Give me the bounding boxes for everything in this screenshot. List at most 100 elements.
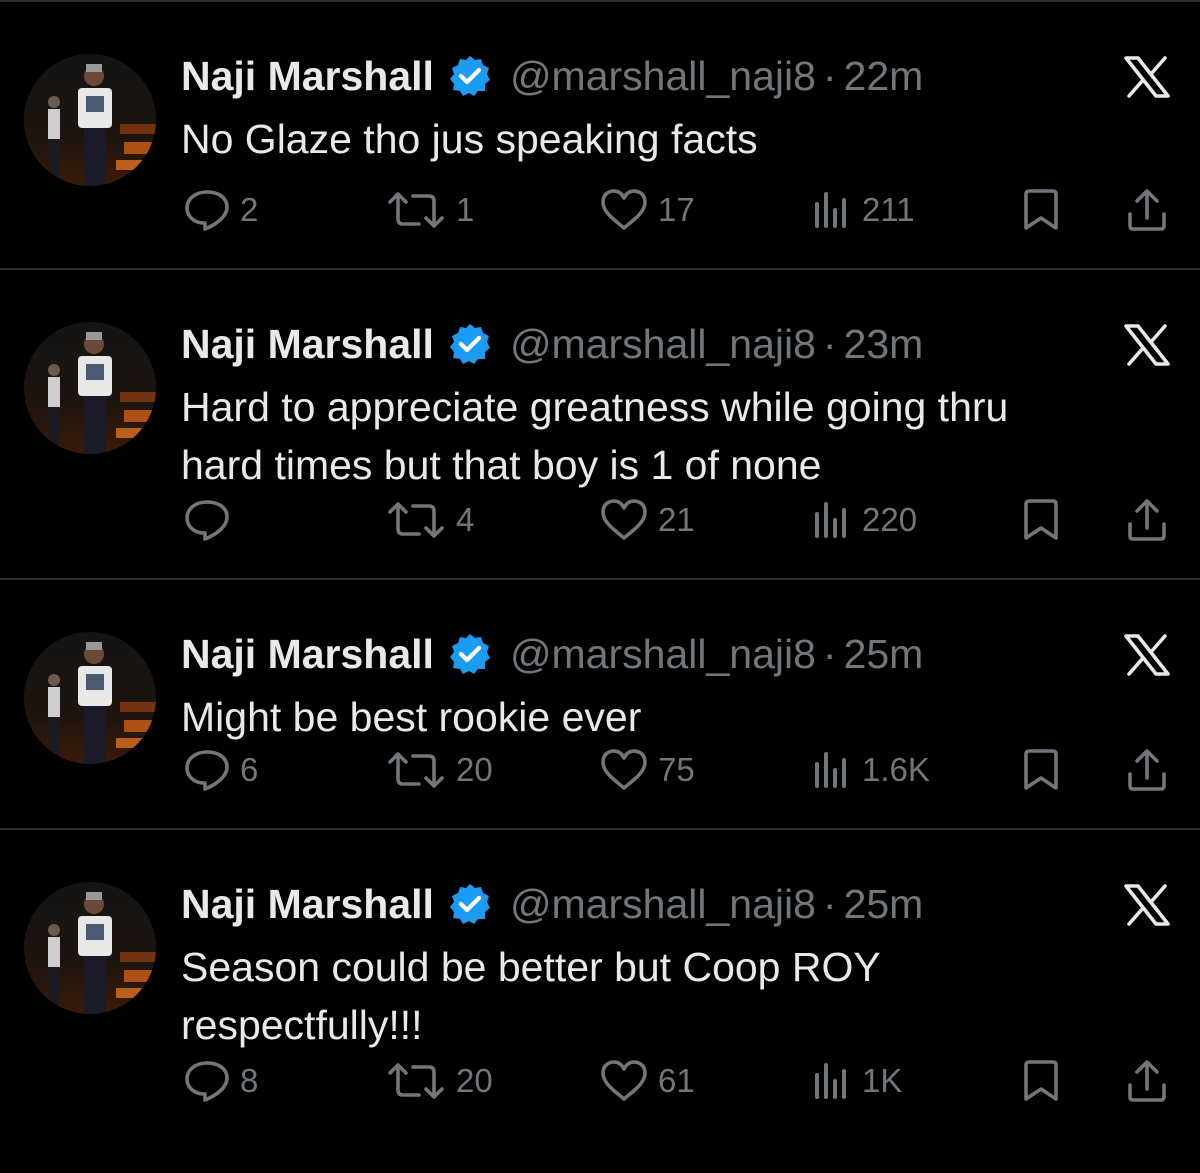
separator-dot: · — [822, 630, 837, 677]
retweet-button[interactable]: 4 — [386, 496, 474, 544]
avatar[interactable] — [24, 322, 156, 454]
retweets-count: 1 — [456, 191, 475, 228]
views-button[interactable]: 1.6K — [812, 746, 930, 794]
like-button[interactable]: 21 — [600, 496, 695, 544]
tweet-text: Hard to appreciate greatness while going… — [181, 378, 1141, 494]
reply-icon — [184, 498, 230, 542]
user-handle[interactable]: @marshall_naji8 — [510, 53, 816, 100]
tweet-text: Might be best rookie ever — [181, 688, 1141, 746]
likes-count: 21 — [658, 501, 695, 538]
tweet-actions: 4 21 220 — [0, 496, 1200, 544]
tweet-actions: 8 20 61 1K — [0, 1057, 1200, 1105]
retweet-icon — [386, 500, 446, 540]
tweet-header: Naji Marshall @marshall_naji8 · 25m — [181, 880, 923, 928]
likes-count: 17 — [658, 191, 695, 228]
tweet-text-line: hard times but that boy is 1 of none — [181, 442, 822, 488]
bookmark-icon — [1022, 748, 1060, 792]
share-icon — [1126, 498, 1168, 542]
separator-dot: · — [822, 320, 837, 367]
replies-count: 2 — [240, 191, 259, 228]
timestamp[interactable]: 25m — [844, 881, 924, 928]
share-button[interactable] — [1126, 1057, 1168, 1105]
views-count: 211 — [862, 191, 915, 228]
retweet-button[interactable]: 20 — [386, 1057, 493, 1105]
bookmark-button[interactable] — [1022, 186, 1060, 234]
tweet[interactable]: Naji Marshall @marshall_naji8 · 25m Might be… — [0, 580, 1200, 830]
like-button[interactable]: 75 — [600, 746, 695, 794]
display-name[interactable]: Naji Marshall — [181, 321, 434, 368]
tweet-text-line: No Glaze tho jus speaking facts — [181, 116, 758, 162]
user-handle[interactable]: @marshall_naji8 — [510, 631, 816, 678]
verified-badge-icon[interactable] — [448, 632, 492, 676]
reply-button[interactable]: 6 — [184, 746, 258, 794]
like-button[interactable]: 17 — [600, 186, 695, 234]
reply-icon — [184, 748, 230, 792]
retweet-icon — [386, 750, 446, 790]
reply-button[interactable]: 2 — [184, 186, 258, 234]
retweet-button[interactable]: 1 — [386, 186, 474, 234]
views-icon — [812, 190, 852, 230]
verified-badge-icon[interactable] — [448, 322, 492, 366]
tweet-text-line: Season could be better but Coop ROY — [181, 944, 881, 990]
display-name[interactable]: Naji Marshall — [181, 881, 434, 928]
verified-badge-icon[interactable] — [448, 882, 492, 926]
separator-dot: · — [822, 52, 837, 99]
reply-button[interactable]: 8 — [184, 1057, 258, 1105]
retweets-count: 20 — [456, 751, 493, 788]
tweet-actions: 6 20 75 1.6K — [0, 746, 1200, 794]
tweet-header: Naji Marshall @marshall_naji8 · 22m — [181, 52, 923, 100]
avatar[interactable] — [24, 54, 156, 186]
x-logo-icon — [1124, 324, 1170, 366]
like-button[interactable]: 61 — [600, 1057, 695, 1105]
heart-icon — [600, 189, 648, 231]
verified-badge-icon[interactable] — [448, 54, 492, 98]
bookmark-button[interactable] — [1022, 496, 1060, 544]
heart-icon — [600, 499, 648, 541]
reply-icon — [184, 188, 230, 232]
bookmark-button[interactable] — [1022, 746, 1060, 794]
display-name[interactable]: Naji Marshall — [181, 631, 434, 678]
timestamp[interactable]: 23m — [844, 321, 924, 368]
tweet-text: No Glaze tho jus speaking facts — [181, 110, 1141, 168]
share-button[interactable] — [1126, 186, 1168, 234]
tweet-header: Naji Marshall @marshall_naji8 · 25m — [181, 630, 923, 678]
reply-button[interactable] — [184, 496, 240, 544]
share-icon — [1126, 188, 1168, 232]
tweet-header: Naji Marshall @marshall_naji8 · 23m — [181, 320, 923, 368]
bookmark-button[interactable] — [1022, 1057, 1060, 1105]
user-handle[interactable]: @marshall_naji8 — [510, 321, 816, 368]
tweet-text-line: respectfully!!! — [181, 1002, 423, 1048]
avatar[interactable] — [24, 632, 156, 764]
display-name[interactable]: Naji Marshall — [181, 53, 434, 100]
views-button[interactable]: 211 — [812, 186, 915, 234]
x-logo-icon — [1124, 634, 1170, 676]
tweet-text: Season could be better but Coop ROY respe… — [181, 938, 1141, 1054]
timestamp[interactable]: 25m — [844, 631, 924, 678]
views-icon — [812, 750, 852, 790]
tweet[interactable]: Naji Marshall @marshall_naji8 · 22m No Glaze… — [0, 2, 1200, 270]
tweet-actions: 2 1 17 211 — [0, 186, 1200, 234]
heart-icon — [600, 749, 648, 791]
tweet-text-line: Might be best rookie ever — [181, 694, 642, 740]
timestamp[interactable]: 22m — [844, 53, 924, 100]
user-handle[interactable]: @marshall_naji8 — [510, 881, 816, 928]
share-button[interactable] — [1126, 746, 1168, 794]
retweet-icon — [386, 190, 446, 230]
x-logo-icon — [1124, 884, 1170, 926]
tweet-feed: Naji Marshall @marshall_naji8 · 22m No Glaze… — [0, 2, 1200, 1173]
views-button[interactable]: 1K — [812, 1057, 902, 1105]
views-count: 1K — [862, 1062, 903, 1099]
retweets-count: 20 — [456, 1062, 493, 1099]
retweet-button[interactable]: 20 — [386, 746, 493, 794]
views-count: 1.6K — [862, 751, 930, 788]
avatar[interactable] — [24, 882, 156, 1014]
views-count: 220 — [862, 501, 918, 538]
views-icon — [812, 1061, 852, 1101]
likes-count: 61 — [658, 1062, 695, 1099]
separator-dot: · — [822, 880, 837, 927]
retweet-icon — [386, 1061, 446, 1101]
views-button[interactable]: 220 — [812, 496, 917, 544]
share-button[interactable] — [1126, 496, 1168, 544]
tweet[interactable]: Naji Marshall @marshall_naji8 · 23m Hard to … — [0, 270, 1200, 580]
tweet[interactable]: Naji Marshall @marshall_naji8 · 25m Season c… — [0, 830, 1200, 1173]
